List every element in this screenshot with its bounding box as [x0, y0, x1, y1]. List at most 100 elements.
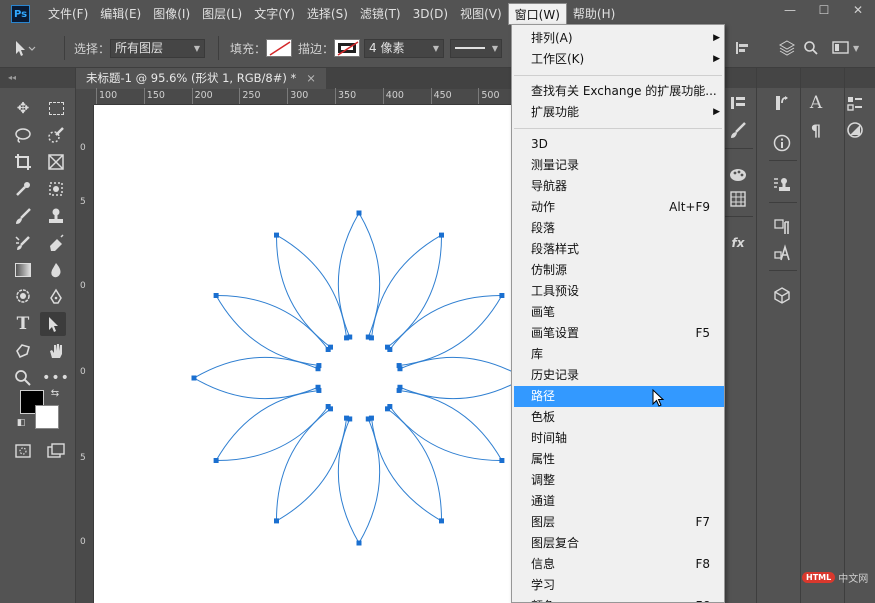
crop-tool-icon[interactable]: [10, 150, 36, 174]
swap-colors-icon[interactable]: ⇆: [48, 386, 62, 400]
anchor-point[interactable]: [327, 344, 333, 350]
info-panel-icon[interactable]: [769, 132, 795, 154]
stroke-width-input[interactable]: 4 像素 ▼: [364, 38, 444, 58]
3d-panel-icon[interactable]: [769, 284, 795, 306]
anchor-point[interactable]: [274, 232, 279, 238]
petal-path[interactable]: [370, 408, 443, 522]
hand-tool-icon[interactable]: [43, 339, 69, 363]
anchor-point[interactable]: [499, 458, 505, 463]
maximize-button[interactable]: ☐: [807, 0, 841, 20]
window-menu-item[interactable]: 测量记录: [514, 155, 724, 176]
window-menu-item[interactable]: 导航器: [514, 176, 724, 197]
eyedropper-tool-icon[interactable]: [10, 177, 36, 201]
window-menu-item[interactable]: 学习: [514, 575, 724, 596]
window-menu-item[interactable]: 段落样式: [514, 239, 724, 260]
window-menu-item[interactable]: 动作 Alt+F9: [514, 197, 724, 218]
window-menu-item[interactable]: 画笔设置 F5: [514, 323, 724, 344]
window-menu-item[interactable]: 图层 F7: [514, 512, 724, 533]
fill-swatch[interactable]: [266, 39, 293, 57]
window-menu-item[interactable]: 扩展功能 ▶: [514, 102, 724, 123]
styles-panel-icon[interactable]: fx: [725, 232, 751, 254]
brush-panel-icon[interactable]: [725, 119, 751, 141]
screen-mode-icon[interactable]: [43, 439, 69, 463]
close-window-button[interactable]: ✕: [841, 0, 875, 20]
petal-path[interactable]: [193, 356, 319, 400]
grid-panel-icon[interactable]: [725, 188, 751, 210]
path-arrangement-icon[interactable]: [778, 28, 796, 68]
window-menu-item[interactable]: 3D: [514, 134, 724, 155]
anchor-point[interactable]: [356, 540, 362, 546]
anchor-point[interactable]: [439, 232, 444, 238]
character-style-panel-icon[interactable]: [769, 242, 795, 264]
document-canvas[interactable]: [94, 105, 512, 603]
anchor-point[interactable]: [274, 518, 279, 524]
workspace-switcher-icon[interactable]: ▼: [832, 28, 859, 68]
zoom-tool-icon[interactable]: [10, 366, 36, 390]
anchor-point[interactable]: [365, 416, 371, 422]
dodge-tool-icon[interactable]: [10, 285, 36, 309]
menu-4[interactable]: 文字(Y): [248, 3, 301, 25]
properties-panel-icon[interactable]: [842, 92, 868, 114]
object-selection-tool-icon[interactable]: [43, 177, 69, 201]
petal-path[interactable]: [215, 389, 329, 462]
marquee-tool-icon[interactable]: [43, 96, 69, 120]
anchor-point[interactable]: [344, 415, 350, 421]
stamp-tool-icon[interactable]: [43, 204, 69, 228]
anchor-point[interactable]: [396, 387, 402, 393]
search-icon[interactable]: [803, 28, 819, 68]
blur-tool-icon[interactable]: [43, 258, 69, 282]
document-tab[interactable]: 未标题-1 @ 95.6% (形状 1, RGB/8#) * ×: [76, 68, 326, 89]
brush-tool-icon[interactable]: [10, 204, 36, 228]
window-menu-item[interactable]: 颜色 F6: [514, 596, 724, 602]
anchor-point[interactable]: [344, 335, 350, 341]
history-brush-tool-icon[interactable]: [10, 231, 36, 255]
window-menu-item[interactable]: 库: [514, 344, 724, 365]
adjustments-panel-icon[interactable]: [725, 92, 751, 114]
petal-path[interactable]: [275, 234, 348, 348]
anchor-point[interactable]: [385, 406, 391, 412]
anchor-point[interactable]: [439, 518, 444, 524]
character-panel-icon[interactable]: A: [803, 92, 829, 114]
gradient-tool-icon[interactable]: [10, 258, 36, 282]
background-color-swatch[interactable]: [35, 405, 59, 429]
menu-6[interactable]: 滤镜(T): [354, 3, 407, 25]
minimize-button[interactable]: —: [773, 0, 807, 20]
anchor-point[interactable]: [191, 375, 197, 381]
window-menu-item[interactable]: 查找有关 Exchange 的扩展功能...: [514, 81, 724, 102]
window-menu-item[interactable]: 排列(A) ▶: [514, 28, 724, 49]
anchor-point[interactable]: [499, 293, 505, 298]
petal-path[interactable]: [389, 294, 503, 367]
anchor-point[interactable]: [387, 346, 393, 352]
window-menu-item[interactable]: 工作区(K) ▶: [514, 49, 724, 70]
ruler-origin[interactable]: [76, 89, 94, 105]
anchor-point[interactable]: [315, 384, 321, 390]
window-menu-item[interactable]: 路径: [514, 386, 724, 407]
history-panel-icon[interactable]: [769, 92, 795, 114]
paragraph-panel-icon[interactable]: ¶: [803, 119, 829, 141]
select-layers-dropdown[interactable]: 所有图层 ▼: [110, 38, 206, 58]
window-menu-item[interactable]: 图层复合: [514, 533, 724, 554]
flower-shape-path[interactable]: [94, 105, 512, 603]
window-menu-item[interactable]: 工具预设: [514, 281, 724, 302]
window-menu-item[interactable]: 仿制源: [514, 260, 724, 281]
collapse-panel-icon[interactable]: ◂◂: [0, 68, 75, 88]
close-tab-icon[interactable]: ×: [306, 71, 316, 85]
paragraph-style-panel-icon[interactable]: [769, 216, 795, 238]
menu-10[interactable]: 帮助(H): [567, 3, 621, 25]
lasso-tool-icon[interactable]: [10, 123, 36, 147]
menu-0[interactable]: 文件(F): [42, 3, 94, 25]
petal-path[interactable]: [399, 356, 512, 400]
window-menu-item[interactable]: 色板: [514, 407, 724, 428]
adjustments-circle-icon[interactable]: [842, 119, 868, 141]
menu-9[interactable]: 窗口(W): [507, 3, 567, 25]
clone-source-panel-icon[interactable]: [769, 174, 795, 196]
menu-7[interactable]: 3D(D): [407, 3, 454, 25]
frame-tool-icon[interactable]: [43, 150, 69, 174]
window-menu-item[interactable]: 时间轴: [514, 428, 724, 449]
anchor-point[interactable]: [356, 210, 362, 216]
tool-preset-picker[interactable]: [10, 28, 36, 68]
petal-path[interactable]: [337, 418, 381, 544]
eraser-tool-icon[interactable]: [43, 231, 69, 255]
type-tool-icon[interactable]: T: [10, 312, 36, 336]
anchor-point[interactable]: [213, 293, 219, 298]
